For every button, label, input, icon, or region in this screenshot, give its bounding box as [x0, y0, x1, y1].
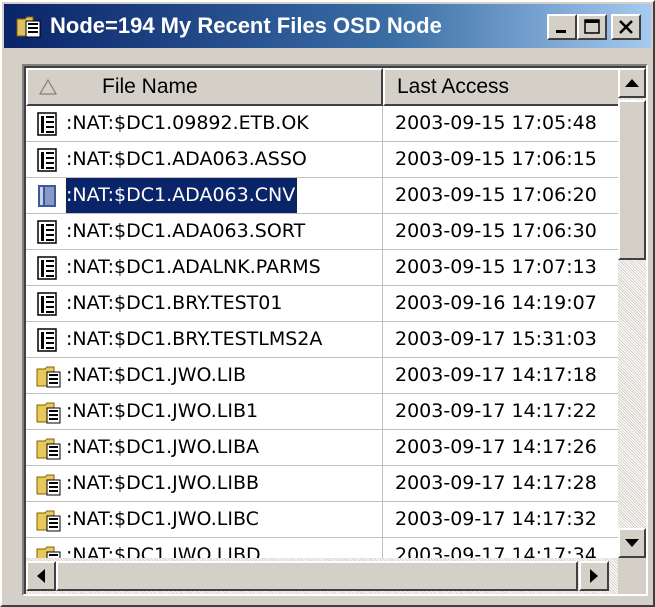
- file-icon: [37, 292, 57, 316]
- recent-files-window: Node=194 My Recent Files OSD Node File N…: [0, 0, 655, 607]
- arrow-up-icon: [625, 79, 639, 87]
- library-folder-icon: [36, 438, 61, 460]
- last-access-cell: 2003-09-17 14:17:32: [383, 502, 622, 538]
- title-bar[interactable]: Node=194 My Recent Files OSD Node: [4, 4, 651, 48]
- vertical-scroll-thumb[interactable]: [618, 100, 646, 260]
- arrow-right-icon: [590, 569, 598, 583]
- list-item[interactable]: :NAT:$DC1.BRY.TEST01 2003-09-16 14:19:07: [26, 286, 622, 322]
- arrow-left-icon: [37, 569, 45, 583]
- horizontal-scroll-thumb[interactable]: [56, 561, 578, 591]
- arrow-down-icon: [625, 539, 639, 547]
- last-access-cell: 2003-09-17 14:17:18: [383, 358, 622, 394]
- list-item[interactable]: :NAT:$DC1.09892.ETB.OK 2003-09-15 17:05:4…: [26, 106, 622, 142]
- file-name: :NAT:$DC1.ADA063.SORT: [66, 220, 306, 242]
- file-icon: [37, 220, 57, 244]
- maximize-icon: [584, 19, 600, 34]
- scrollbar-corner: [618, 558, 646, 594]
- library-folder-icon: [36, 510, 61, 532]
- last-access-cell: 2003-09-15 17:06:30: [383, 214, 622, 250]
- file-name-cell[interactable]: :NAT:$DC1.JWO.LIBB: [26, 466, 383, 502]
- minimize-icon: [556, 30, 566, 33]
- folder-file-icon: [16, 16, 41, 38]
- file-name-cell[interactable]: :NAT:$DC1.BRY.TESTLMS2A: [26, 322, 383, 358]
- last-access-cell: 2003-09-17 14:17:22: [383, 394, 622, 430]
- file-name-cell[interactable]: :NAT:$DC1.ADA063.ASSO: [26, 142, 383, 178]
- file-name-cell[interactable]: :NAT:$DC1.ADA063.SORT: [26, 214, 383, 250]
- list-item[interactable]: :NAT:$DC1.JWO.LIB1 2003-09-17 14:17:22: [26, 394, 622, 430]
- library-folder-icon: [36, 366, 61, 388]
- file-name: :NAT:$DC1.BRY.TEST01: [66, 292, 283, 314]
- list-item[interactable]: :NAT:$DC1.JWO.LIBC 2003-09-17 14:17:32: [26, 502, 622, 538]
- file-icon: [37, 112, 57, 136]
- library-folder-icon: [36, 402, 61, 424]
- file-name: :NAT:$DC1.JWO.LIBB: [66, 472, 260, 494]
- last-access-cell: 2003-09-17 14:17:28: [383, 466, 622, 502]
- minimize-button[interactable]: [547, 14, 577, 40]
- list-item[interactable]: :NAT:$DC1.JWO.LIBB 2003-09-17 14:17:28: [26, 466, 622, 502]
- scroll-up-button[interactable]: [618, 68, 646, 98]
- file-name: :NAT:$DC1.ADA063.CNV: [64, 178, 299, 213]
- file-name-cell[interactable]: :NAT:$DC1.ADA063.CNV: [26, 178, 383, 214]
- file-name-cell[interactable]: :NAT:$DC1.BRY.TEST01: [26, 286, 383, 322]
- file-name: :NAT:$DC1.BRY.TESTLMS2A: [66, 328, 323, 350]
- last-access-cell: 2003-09-16 14:19:07: [383, 286, 622, 322]
- file-name-cell[interactable]: :NAT:$DC1.ADALNK.PARMS: [26, 250, 383, 286]
- file-name: :NAT:$DC1.JWO.LIBA: [66, 436, 260, 458]
- file-icon: [37, 256, 57, 280]
- file-icon: [38, 185, 56, 207]
- file-name: :NAT:$DC1.JWO.LIB1: [66, 400, 259, 422]
- file-name: :NAT:$DC1.ADALNK.PARMS: [66, 256, 321, 278]
- library-folder-icon: [36, 474, 61, 496]
- scroll-left-button[interactable]: [26, 561, 56, 591]
- file-name: :NAT:$DC1.JWO.LIBC: [66, 508, 259, 530]
- file-icon: [37, 148, 57, 172]
- list-item[interactable]: :NAT:$DC1.ADALNK.PARMS 2003-09-15 17:07:1…: [26, 250, 622, 286]
- list-item[interactable]: :NAT:$DC1.ADA063.CNV 2003-09-15 17:06:20: [26, 178, 622, 214]
- close-button[interactable]: [611, 14, 641, 40]
- horizontal-scrollbar[interactable]: [26, 558, 622, 594]
- file-name-cell[interactable]: :NAT:$DC1.JWO.LIBC: [26, 502, 383, 538]
- scroll-right-button[interactable]: [579, 561, 609, 591]
- list-item[interactable]: :NAT:$DC1.ADA063.SORT 2003-09-15 17:06:30: [26, 214, 622, 250]
- file-name-cell[interactable]: :NAT:$DC1.JWO.LIBA: [26, 430, 383, 466]
- last-access-cell: 2003-09-15 17:05:48: [383, 106, 622, 142]
- close-icon: [619, 20, 633, 34]
- file-name: :NAT:$DC1.JWO.LIB: [66, 364, 247, 386]
- window-title: Node=194 My Recent Files OSD Node: [50, 13, 442, 38]
- file-name: :NAT:$DC1.ADA063.ASSO: [66, 148, 307, 170]
- scroll-down-button[interactable]: [618, 528, 646, 558]
- column-header-last-access[interactable]: Last Access: [383, 68, 622, 106]
- file-name-cell[interactable]: :NAT:$DC1.09892.ETB.OK: [26, 106, 383, 142]
- list-item[interactable]: :NAT:$DC1.ADA063.ASSO 2003-09-15 17:06:15: [26, 142, 622, 178]
- last-access-cell: 2003-09-15 17:06:20: [383, 178, 622, 214]
- file-name-cell[interactable]: :NAT:$DC1.JWO.LIB1: [26, 394, 383, 430]
- sort-triangle-icon: [38, 78, 58, 95]
- last-access-cell: 2003-09-15 17:07:13: [383, 250, 622, 286]
- list-item[interactable]: :NAT:$DC1.BRY.TESTLMS2A 2003-09-17 15:31:…: [26, 322, 622, 358]
- file-name-cell[interactable]: :NAT:$DC1.JWO.LIB: [26, 358, 383, 394]
- maximize-button[interactable]: [577, 14, 607, 40]
- column-label: File Name: [102, 75, 198, 98]
- list-item[interactable]: :NAT:$DC1.JWO.LIBA 2003-09-17 14:17:26: [26, 430, 622, 466]
- list-header: File Name Last Access: [26, 68, 622, 106]
- last-access-cell: 2003-09-15 17:06:15: [383, 142, 622, 178]
- file-list-view[interactable]: File Name Last Access :NAT:$DC1.09892.ET…: [22, 64, 648, 596]
- last-access-cell: 2003-09-17 14:17:26: [383, 430, 622, 466]
- column-header-file-name[interactable]: File Name: [26, 68, 383, 106]
- column-label: Last Access: [397, 75, 510, 98]
- vertical-scrollbar[interactable]: [618, 68, 646, 558]
- file-icon: [37, 328, 57, 352]
- file-name: :NAT:$DC1.09892.ETB.OK: [66, 112, 309, 134]
- last-access-cell: 2003-09-17 15:31:03: [383, 322, 622, 358]
- list-item[interactable]: :NAT:$DC1.JWO.LIB 2003-09-17 14:17:18: [26, 358, 622, 394]
